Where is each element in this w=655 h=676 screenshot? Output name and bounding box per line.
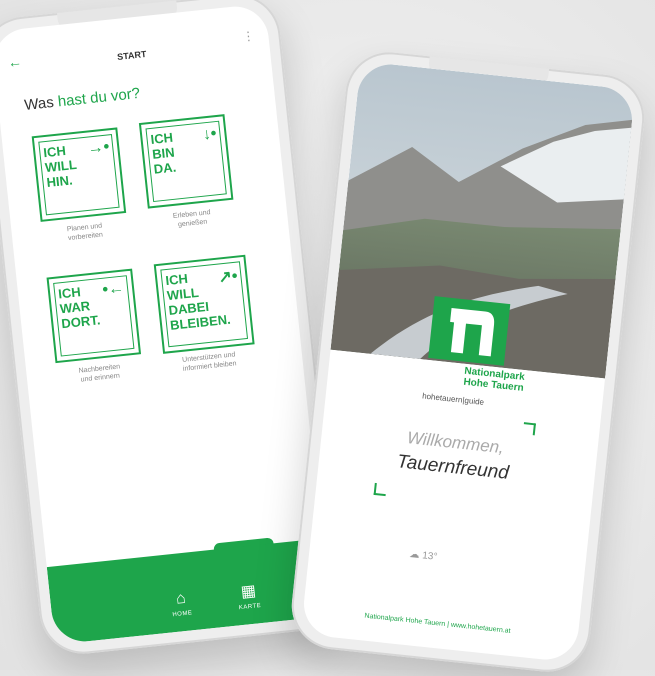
question-heading: Was hast du vor? (24, 85, 141, 114)
logo-mark-icon (450, 307, 495, 357)
left-phone: ← START ⋮ Was hast du vor? ICH WILL HIN.… (0, 0, 343, 658)
right-phone: Nationalpark Hohe Tauern hohetauern|guid… (287, 47, 649, 676)
arrow-up-right-icon: ↗• (217, 267, 239, 287)
tile-ich-will-hin[interactable]: ICH WILL HIN. →• (31, 127, 127, 222)
tile-ich-bin-da[interactable]: ICH BIN DA. ↓• (138, 114, 234, 209)
bottom-nav: ⌂ HOME ▦ KARTE (46, 538, 330, 645)
brand-wordmark: hohetauern|guide (421, 391, 485, 407)
tile-label: ICH WILL HIN. (42, 142, 78, 191)
page-title: START (116, 48, 147, 62)
weather-icon: ☁ (408, 548, 421, 561)
footer-text: Nationalpark Hohe Tauern | www.hohetauer… (364, 612, 511, 635)
tile-caption: Erleben und genießen (172, 209, 211, 229)
nav-home[interactable]: ⌂ HOME (150, 587, 212, 620)
question-highlight: hast du vor? (56, 84, 141, 111)
weather-value: 13° (421, 550, 438, 563)
left-phone-screen: ← START ⋮ Was hast du vor? ICH WILL HIN.… (0, 3, 330, 645)
tile-caption: Planen und vorbereiten (66, 222, 104, 243)
arrow-down-icon: ↓• (201, 125, 218, 144)
question-prefix: Was (23, 93, 55, 114)
arrow-right-icon: →• (86, 138, 111, 158)
arrow-left-icon: •← (101, 279, 125, 299)
corner-bracket (522, 422, 536, 436)
tile-label: ICH WAR DORT. (57, 284, 102, 332)
tile-caption: Unterstützen und informiert bleiben (181, 351, 237, 373)
nav-map[interactable]: ▦ KARTE (218, 578, 281, 613)
corner-bracket (373, 482, 387, 497)
tile-caption: Nachbereiten und erinnern (78, 363, 121, 384)
weather-widget: ☁ 13° (409, 549, 438, 563)
menu-icon[interactable]: ⋮ (242, 29, 255, 44)
home-icon: ⌂ (175, 589, 187, 608)
right-phone-screen: Nationalpark Hohe Tauern hohetauern|guid… (300, 61, 636, 663)
map-icon: ▦ (240, 582, 257, 601)
nationalpark-logo (428, 296, 511, 366)
tile-ich-war-dort[interactable]: ICH WAR DORT. •← (46, 268, 142, 364)
tile-label: ICH BIN DA. (149, 129, 177, 177)
tile-ich-will-dabei-bleiben[interactable]: ICH WILL DABEI BLEIBEN. ↗• (153, 254, 255, 354)
